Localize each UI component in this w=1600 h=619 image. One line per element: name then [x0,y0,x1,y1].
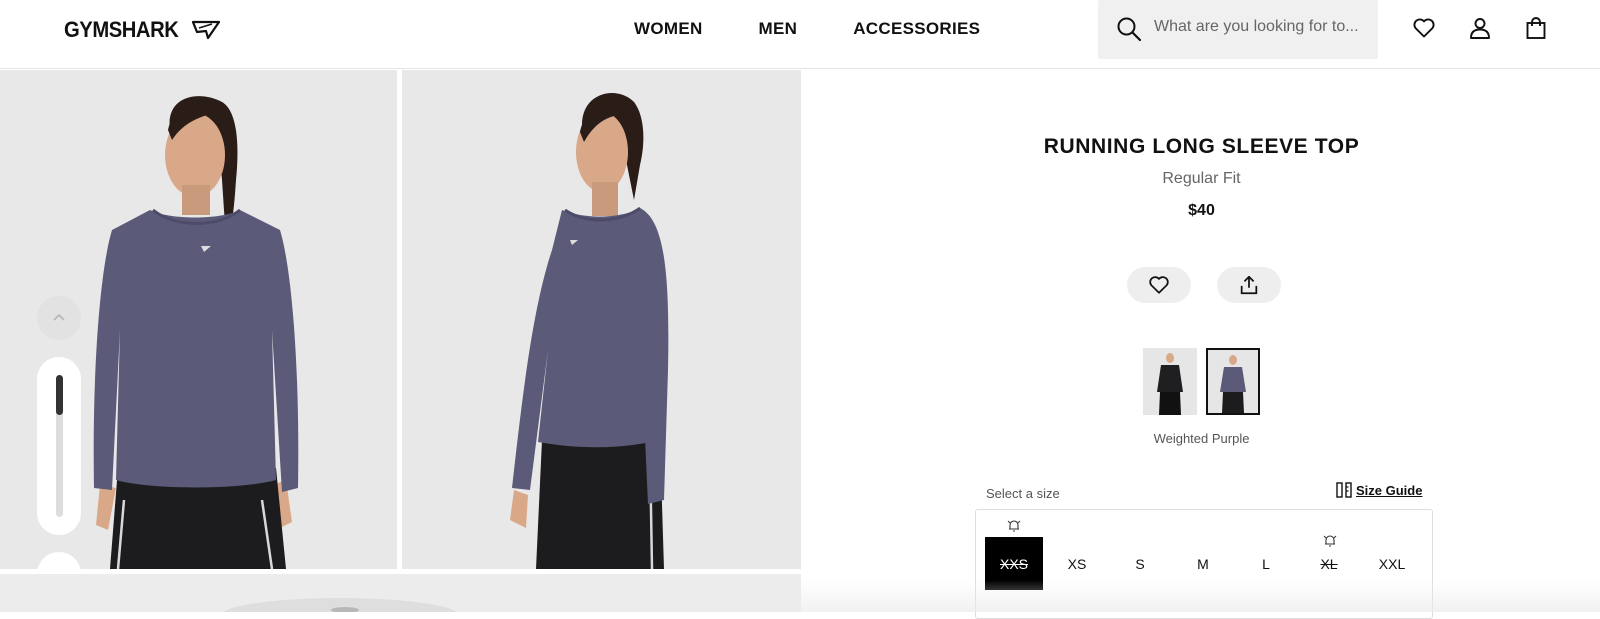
search-bar [1098,0,1378,59]
chevron-down-icon [52,567,66,569]
image-scrollbar[interactable] [37,357,81,535]
selected-color-name: Weighted Purple [1153,431,1250,446]
shark-icon [192,20,221,40]
bottom-fade [801,580,1600,612]
main-nav: WOMEN MEN ACCESSORIES [634,19,980,39]
chevron-up-icon [53,313,65,321]
heart-icon [1149,276,1169,294]
account-icon[interactable] [1468,16,1492,40]
site-header: GYMSHARK WOMEN MEN ACCESSORIES [0,0,1600,69]
search-icon[interactable] [1116,16,1142,42]
next-image-preview [0,574,801,612]
share-icon [1240,275,1258,295]
share-button[interactable] [1217,267,1281,303]
select-size-label: Select a size [986,486,1060,501]
nav-accessories[interactable]: ACCESSORIES [853,19,980,39]
nav-women[interactable]: WOMEN [634,19,703,39]
nav-men[interactable]: MEN [759,19,798,39]
size-guide-link[interactable]: Size Guide [1336,482,1422,498]
product-image-front[interactable] [0,70,397,569]
scroll-up-button[interactable] [37,296,81,340]
color-swatch-weighted-purple[interactable] [1206,348,1260,415]
model-side-illustration [402,70,801,569]
product-price: $40 [1188,202,1215,219]
swatch-black-image [1143,348,1197,415]
gymshark-logo[interactable]: GYMSHARK [64,17,221,43]
product-title: RUNNING LONG SLEEVE TOP [1043,135,1360,158]
color-swatch-black[interactable] [1143,348,1197,415]
search-input[interactable] [1154,18,1359,36]
ruler-icon [1336,482,1352,498]
product-image-side[interactable] [402,70,801,569]
size-guide-label: Size Guide [1356,482,1423,498]
product-fit: Regular Fit [1162,170,1241,187]
heart-icon[interactable] [1412,16,1436,40]
scrollbar-thumb[interactable] [56,375,63,415]
product-image-row-2[interactable] [0,574,801,612]
notify-bell-icon [1007,520,1021,532]
swatch-purple-image [1208,350,1258,413]
bag-icon[interactable] [1524,16,1548,40]
logo-text: GYMSHARK [64,17,179,42]
wishlist-button[interactable] [1127,267,1191,303]
